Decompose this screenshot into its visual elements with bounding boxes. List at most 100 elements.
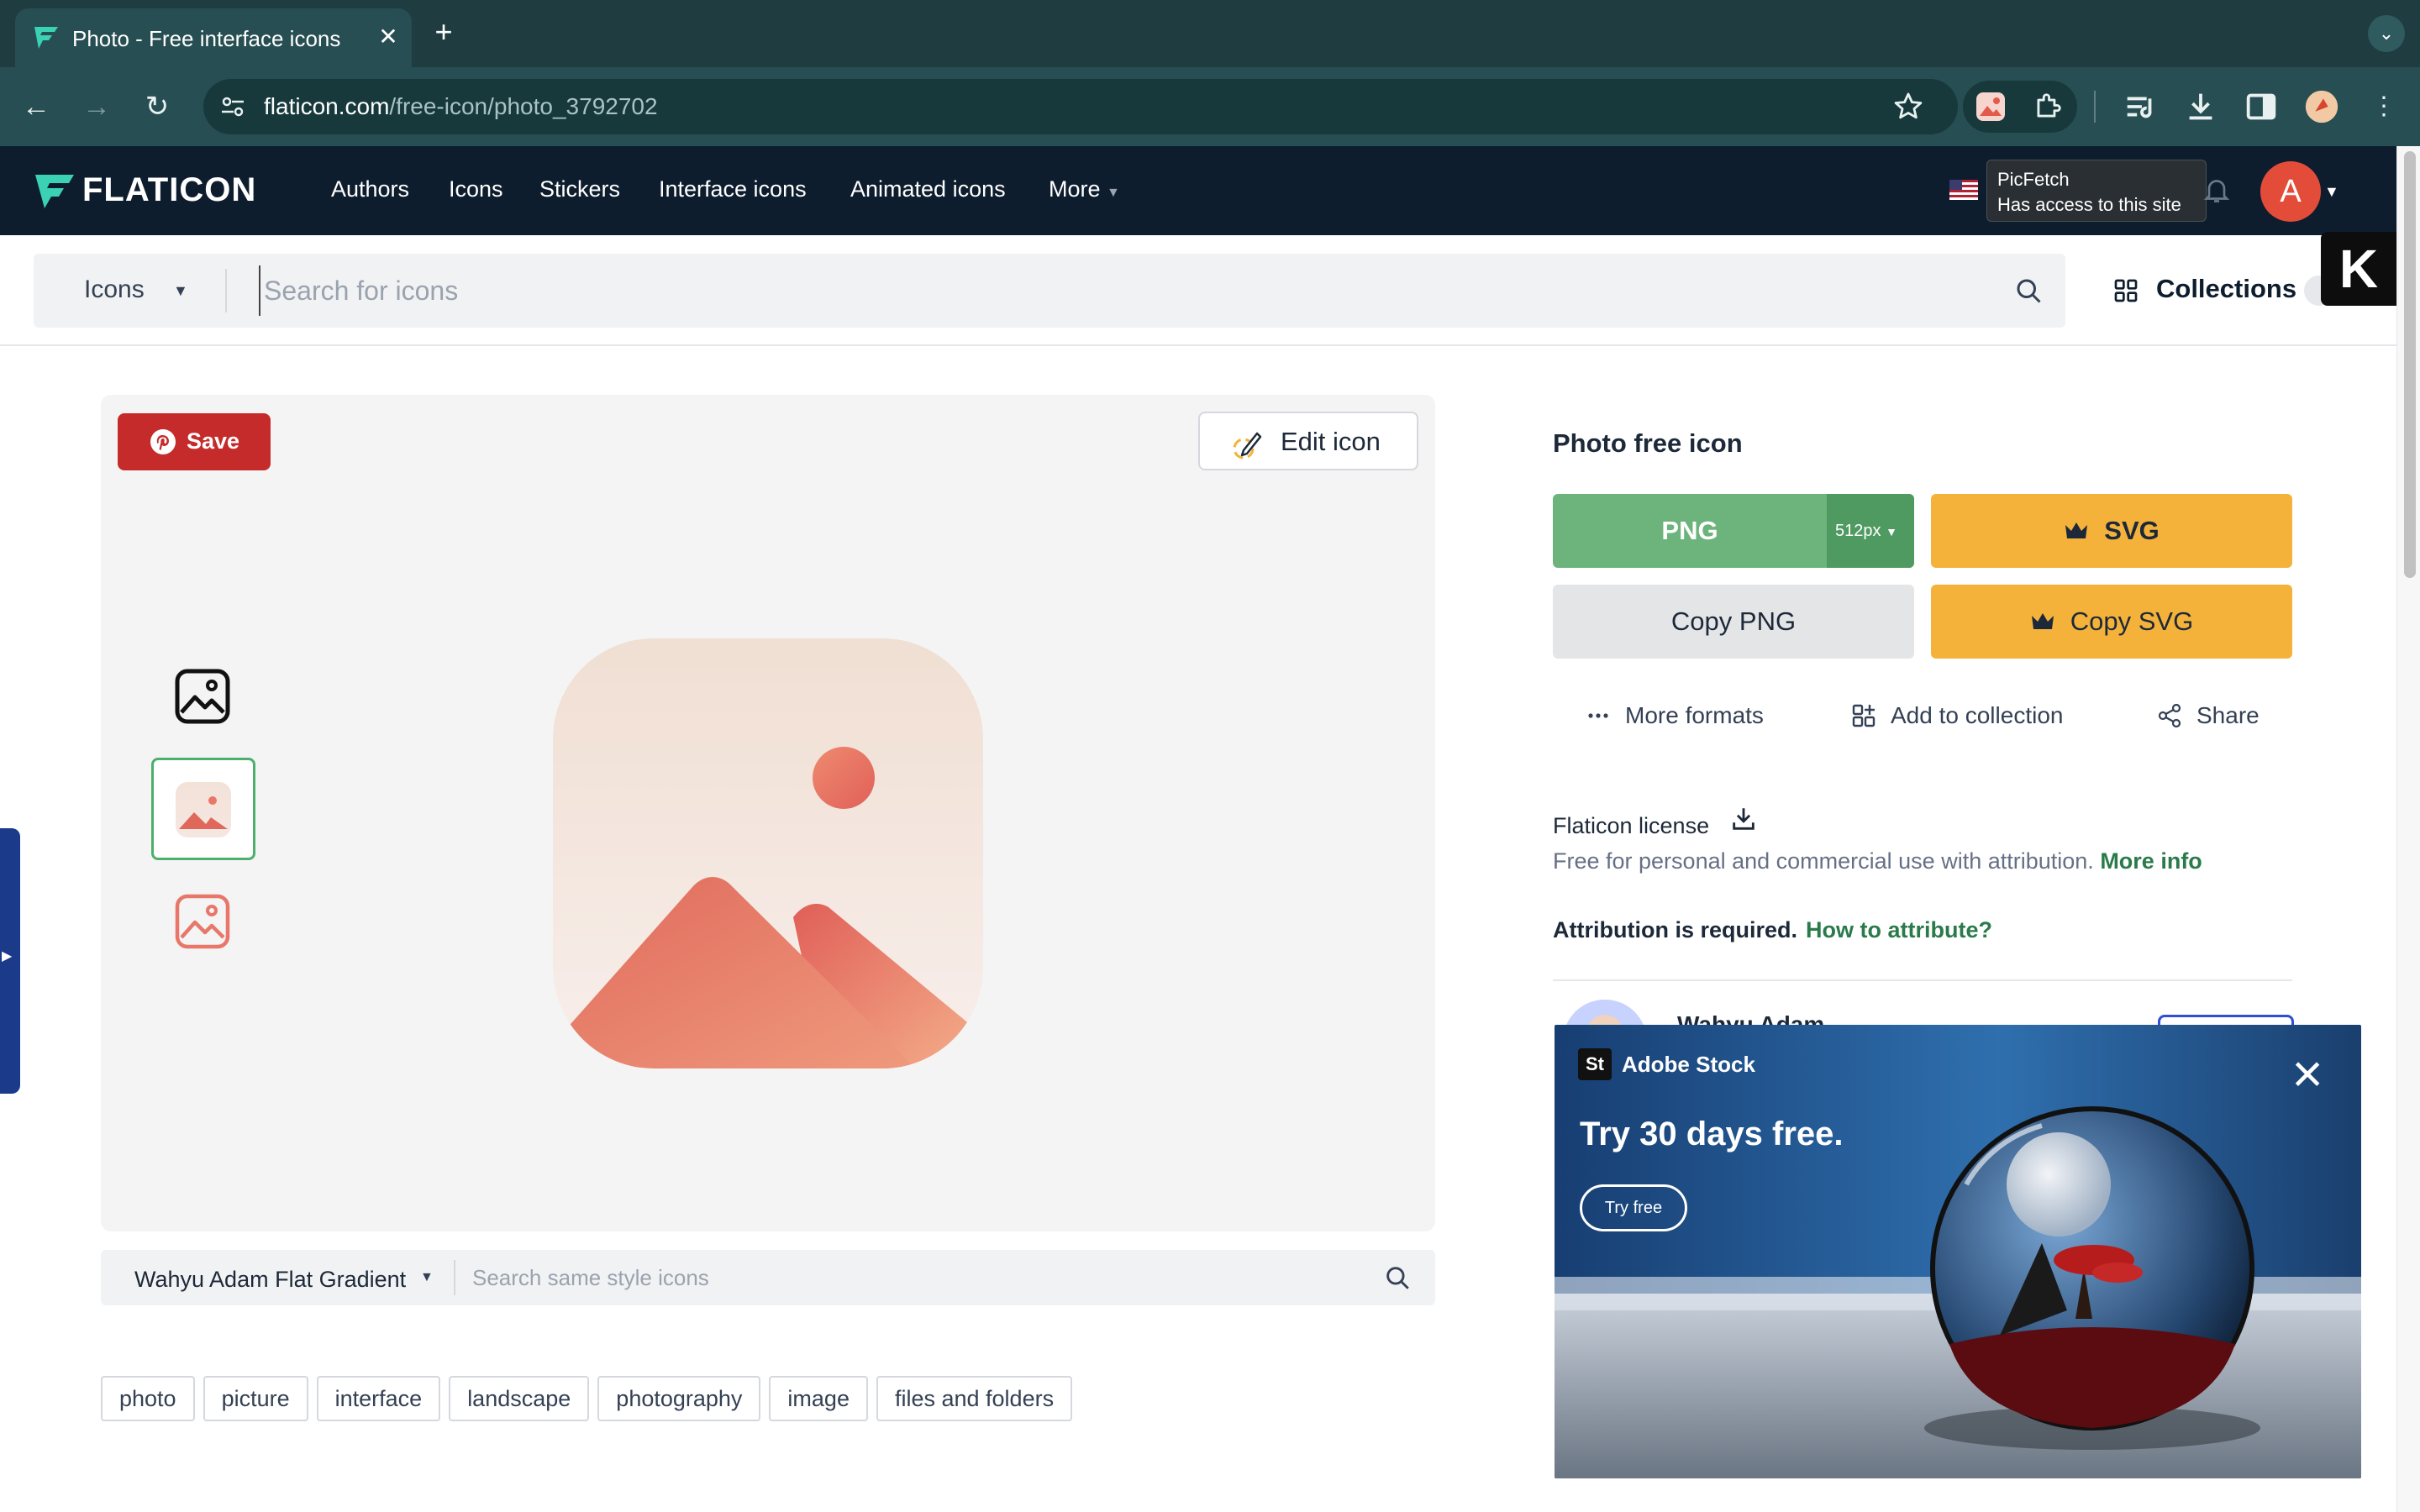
page-scrollbar[interactable] xyxy=(2396,146,2420,1512)
more-formats-button[interactable]: More formats xyxy=(1585,702,1764,729)
search-type-select[interactable]: Icons xyxy=(84,276,145,304)
nav-more[interactable]: More ▼ xyxy=(1049,176,1120,202)
style-caret-icon[interactable]: ▼ xyxy=(420,1270,434,1285)
ellipsis-icon xyxy=(1588,713,1608,718)
media-queue-icon[interactable] xyxy=(2121,87,2160,126)
avatar-dropdown-caret-icon[interactable]: ▼ xyxy=(2324,183,2339,201)
download-license-icon[interactable] xyxy=(1729,805,1758,833)
tag-list: photo picture interface landscape photog… xyxy=(101,1376,1073,1421)
tab-title: Photo - Free interface icons xyxy=(72,26,341,51)
more-info-link[interactable]: More info xyxy=(2100,848,2202,874)
url-host: flaticon.com xyxy=(264,93,390,119)
ad-headline: Try 30 days free. xyxy=(1580,1116,1844,1152)
tag-image[interactable]: image xyxy=(769,1376,868,1421)
download-icon[interactable] xyxy=(2181,87,2220,126)
logo-text: FLATICON xyxy=(82,171,257,208)
side-drawer-tab[interactable]: ▶ xyxy=(0,828,20,1094)
copy-png-button[interactable]: Copy PNG xyxy=(1553,585,1914,659)
download-png-button[interactable]: PNG 512px ▼ xyxy=(1553,494,1914,568)
pinterest-save-button[interactable]: Save xyxy=(118,413,271,470)
collections-button[interactable]: Collections xyxy=(2156,274,2296,304)
tag-picture[interactable]: picture xyxy=(203,1376,308,1421)
us-flag-icon[interactable] xyxy=(1949,180,1978,200)
tag-photo[interactable]: photo xyxy=(101,1376,195,1421)
notification-bell-icon[interactable] xyxy=(2202,175,2232,205)
browser-menu-kebab-icon[interactable]: ⋮ xyxy=(2365,87,2403,126)
license-text: Free for personal and commercial use wit… xyxy=(1553,848,2094,874)
search-divider xyxy=(225,269,227,312)
copy-svg-button[interactable]: Copy SVG xyxy=(1931,585,2292,659)
reload-icon[interactable]: ↻ xyxy=(138,87,176,126)
photo-gradient-icon xyxy=(176,782,231,837)
license-description: Free for personal and commercial use wit… xyxy=(1553,848,2202,874)
k-extension-badge-icon[interactable]: K xyxy=(2321,232,2396,306)
search-icon[interactable] xyxy=(1383,1263,1412,1292)
style-thumbnail-flat-gradient[interactable] xyxy=(151,758,255,860)
puzzle-extensions-icon[interactable] xyxy=(2032,91,2064,123)
search-icon[interactable] xyxy=(2013,276,2044,306)
scrollbar-thumb[interactable] xyxy=(2404,151,2416,578)
png-size-select[interactable]: 512px ▼ xyxy=(1827,494,1914,568)
png-label: PNG xyxy=(1661,516,1718,545)
edit-icon-label: Edit icon xyxy=(1281,427,1381,456)
how-to-attribute-link[interactable]: How to attribute? xyxy=(1806,917,1992,942)
browser-tab[interactable]: Photo - Free interface icons ✕ xyxy=(15,8,412,67)
tag-photography[interactable]: photography xyxy=(597,1376,761,1421)
browser-toolbar: ← → ↻ flaticon.com/free-icon/photo_37927… xyxy=(0,67,2420,146)
search-row: Icons ▼ Collections xyxy=(0,235,2396,346)
extension-tooltip: PicFetch Has access to this site xyxy=(1986,160,2207,222)
share-label: Share xyxy=(2196,702,2260,728)
section-divider xyxy=(1553,979,2292,981)
toolbar-divider xyxy=(2094,91,2096,123)
extensions-group xyxy=(1963,81,2077,133)
nav-authors[interactable]: Authors xyxy=(331,176,409,202)
nav-stickers[interactable]: Stickers xyxy=(539,176,620,202)
forward-arrow-icon[interactable]: → xyxy=(77,87,116,126)
user-avatar[interactable]: A xyxy=(2260,161,2321,222)
share-button[interactable]: Share xyxy=(2156,702,2260,729)
nav-interface-icons[interactable]: Interface icons xyxy=(659,176,807,202)
tooltip-title: PicFetch xyxy=(1997,169,2070,190)
nav-animated-icons[interactable]: Animated icons xyxy=(850,176,1006,202)
search-type-caret-icon[interactable]: ▼ xyxy=(173,282,188,300)
search-input[interactable] xyxy=(259,265,1981,316)
same-style-search-input[interactable] xyxy=(472,1258,1363,1297)
edit-icon-button[interactable]: Edit icon xyxy=(1198,412,1418,470)
photo-outline-icon xyxy=(175,669,230,724)
site-header: FLATICON Authors Icons Stickers Interfac… xyxy=(0,146,2396,235)
tag-landscape[interactable]: landscape xyxy=(449,1376,590,1421)
attribution-required-text: Attribution is required. xyxy=(1553,917,1798,942)
collections-grid-icon[interactable] xyxy=(2112,277,2139,304)
tag-interface[interactable]: interface xyxy=(316,1376,441,1421)
download-svg-button[interactable]: SVG xyxy=(1931,494,2292,568)
picfetch-extension-icon[interactable] xyxy=(1975,91,2007,123)
back-arrow-icon[interactable]: ← xyxy=(17,87,55,126)
search-bar: Icons ▼ xyxy=(34,254,2065,328)
svg-label: SVG xyxy=(2104,516,2160,545)
style-thumbnail-gradient-outline[interactable] xyxy=(151,870,255,973)
tab-search-chevron-icon[interactable]: ⌄ xyxy=(2368,15,2405,52)
style-thumbnail-lineal[interactable] xyxy=(151,645,255,748)
address-bar[interactable]: flaticon.com/free-icon/photo_3792702 xyxy=(203,79,1958,134)
photo-preview-icon xyxy=(553,638,983,1068)
photo-outline-gradient-icon xyxy=(175,894,230,949)
close-tab-icon[interactable]: ✕ xyxy=(371,20,405,54)
side-panel-icon[interactable] xyxy=(2242,87,2281,126)
new-tab-button[interactable]: + xyxy=(427,15,460,49)
crystal-ball-image xyxy=(1924,1106,2260,1450)
adobe-stock-ad[interactable]: St Adobe Stock Try 30 days free. Try fre… xyxy=(1555,1025,2361,1478)
style-select[interactable]: Wahyu Adam Flat Gradient xyxy=(134,1267,406,1293)
tag-files-and-folders[interactable]: files and folders xyxy=(876,1376,1073,1421)
add-to-collection-button[interactable]: Add to collection xyxy=(1850,702,2063,729)
chevron-down-icon: ▼ xyxy=(1886,525,1897,538)
more-formats-label: More formats xyxy=(1625,702,1764,728)
ad-try-free-button[interactable]: Try free xyxy=(1580,1184,1687,1231)
profile-avatar-icon[interactable] xyxy=(2302,87,2341,126)
nav-icons[interactable]: Icons xyxy=(449,176,503,202)
pinterest-icon xyxy=(150,429,176,454)
url-text: flaticon.com/free-icon/photo_3792702 xyxy=(264,93,658,120)
flaticon-favicon-icon xyxy=(34,27,58,49)
close-ad-icon[interactable]: × xyxy=(2282,1047,2333,1100)
site-settings-icon[interactable] xyxy=(218,92,247,121)
bookmark-star-icon[interactable] xyxy=(1892,91,1924,123)
